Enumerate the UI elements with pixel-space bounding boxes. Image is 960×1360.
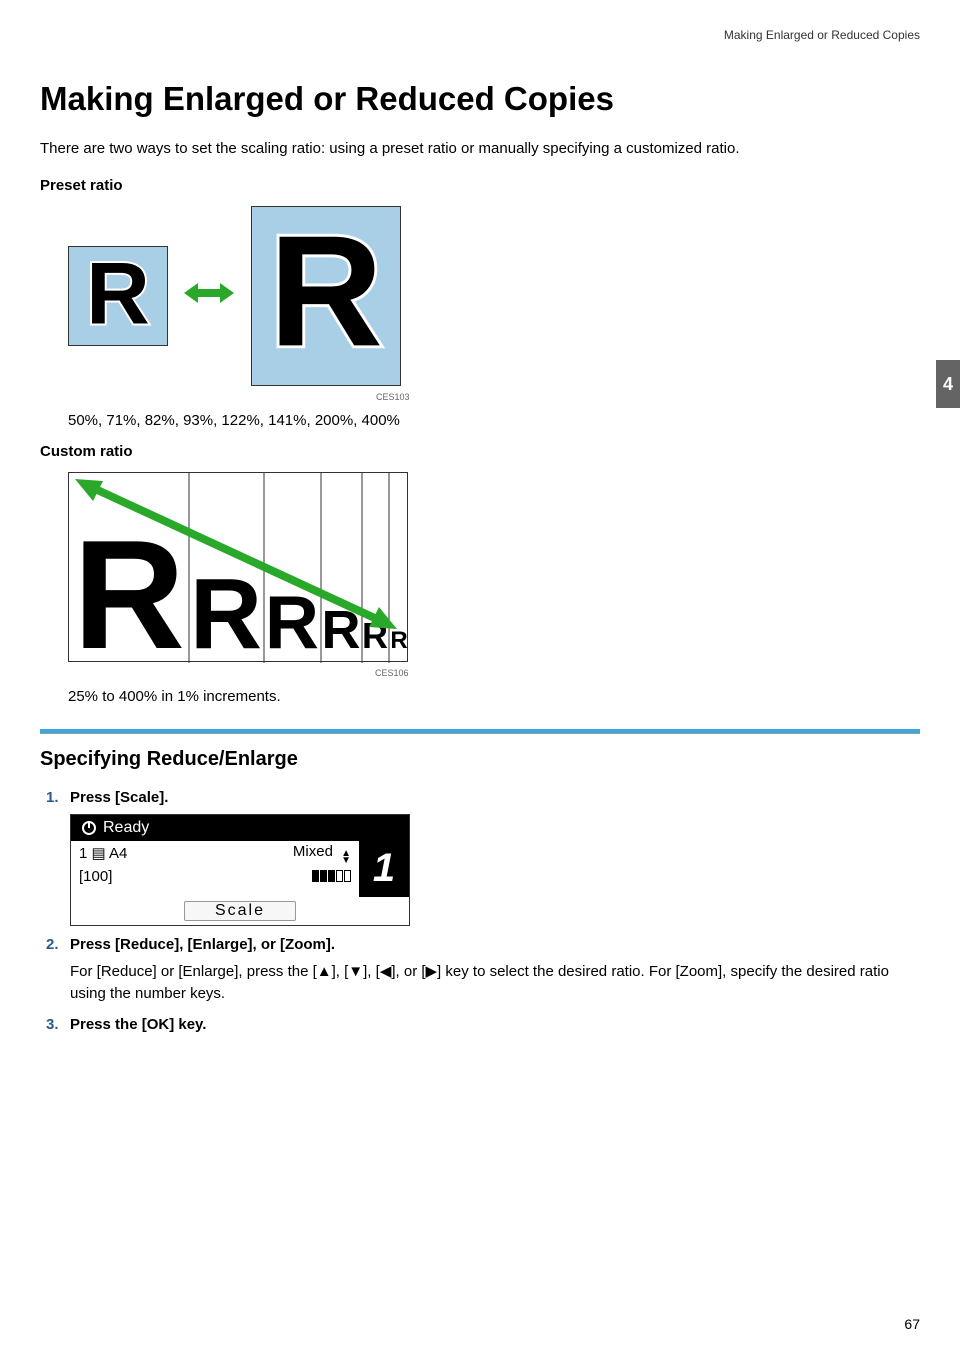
preset-ratio-label: Preset ratio	[40, 177, 920, 194]
page-number: 67	[904, 1316, 920, 1332]
step-1-title: Press [Scale].	[70, 789, 920, 806]
preset-ratio-figure: R R	[68, 206, 920, 386]
figure-code-1: CES103	[376, 392, 920, 402]
toner-indicator	[312, 870, 351, 882]
step-2-title: Press [Reduce], [Enlarge], or [Zoom].	[70, 936, 920, 953]
lcd-scale-button: Scale	[184, 901, 296, 921]
svg-text:R: R	[190, 558, 262, 663]
custom-ratio-label: Custom ratio	[40, 443, 920, 460]
lcd-mixed-text: Mixed	[293, 843, 333, 860]
lcd-screenshot: Ready 1 ▤ A4 Mixed ▲▼	[70, 814, 410, 926]
lcd-copy-count: 1	[359, 841, 409, 897]
small-r-box: R	[68, 246, 168, 346]
step-3: Press the [OK] key.	[40, 1016, 920, 1033]
ready-icon	[81, 820, 97, 836]
lcd-ready-row: Ready	[71, 815, 409, 841]
large-r-box: R	[251, 206, 401, 386]
chapter-tab: 4	[936, 360, 960, 408]
svg-text:R: R	[269, 207, 383, 379]
running-header: Making Enlarged or Reduced Copies	[724, 28, 920, 42]
step-1: Press [Scale]. Ready 1 ▤ A4 Mixed	[40, 789, 920, 926]
double-arrow-icon	[184, 281, 234, 310]
section-divider	[40, 729, 920, 734]
lcd-paper-text: 1 ▤ A4	[79, 844, 127, 862]
lcd-ready-text: Ready	[103, 819, 149, 837]
custom-range-text: 25% to 400% in 1% increments.	[68, 688, 920, 705]
preset-ratios-text: 50%, 71%, 82%, 93%, 122%, 141%, 200%, 40…	[68, 412, 920, 429]
svg-text:R: R	[390, 627, 407, 654]
lcd-copies-value: [100]	[79, 868, 112, 885]
lcd-scale-row: Scale	[71, 897, 409, 925]
custom-ratio-figure: R R R R R R	[68, 472, 408, 662]
up-down-icon: ▲▼	[341, 850, 351, 864]
figure-code-2: CES106	[375, 668, 920, 678]
section-heading: Specifying Reduce/Enlarge	[40, 748, 920, 771]
step-2-body: For [Reduce] or [Enlarge], press the [▲]…	[70, 961, 920, 1006]
step-2: Press [Reduce], [Enlarge], or [Zoom]. Fo…	[40, 936, 920, 1006]
svg-text:R: R	[86, 247, 150, 342]
step-3-title: Press the [OK] key.	[70, 1016, 920, 1033]
svg-text:R: R	[73, 508, 185, 663]
page-title: Making Enlarged or Reduced Copies	[40, 80, 920, 118]
intro-paragraph: There are two ways to set the scaling ra…	[40, 138, 920, 161]
steps-list: Press [Scale]. Ready 1 ▤ A4 Mixed	[40, 789, 920, 1033]
